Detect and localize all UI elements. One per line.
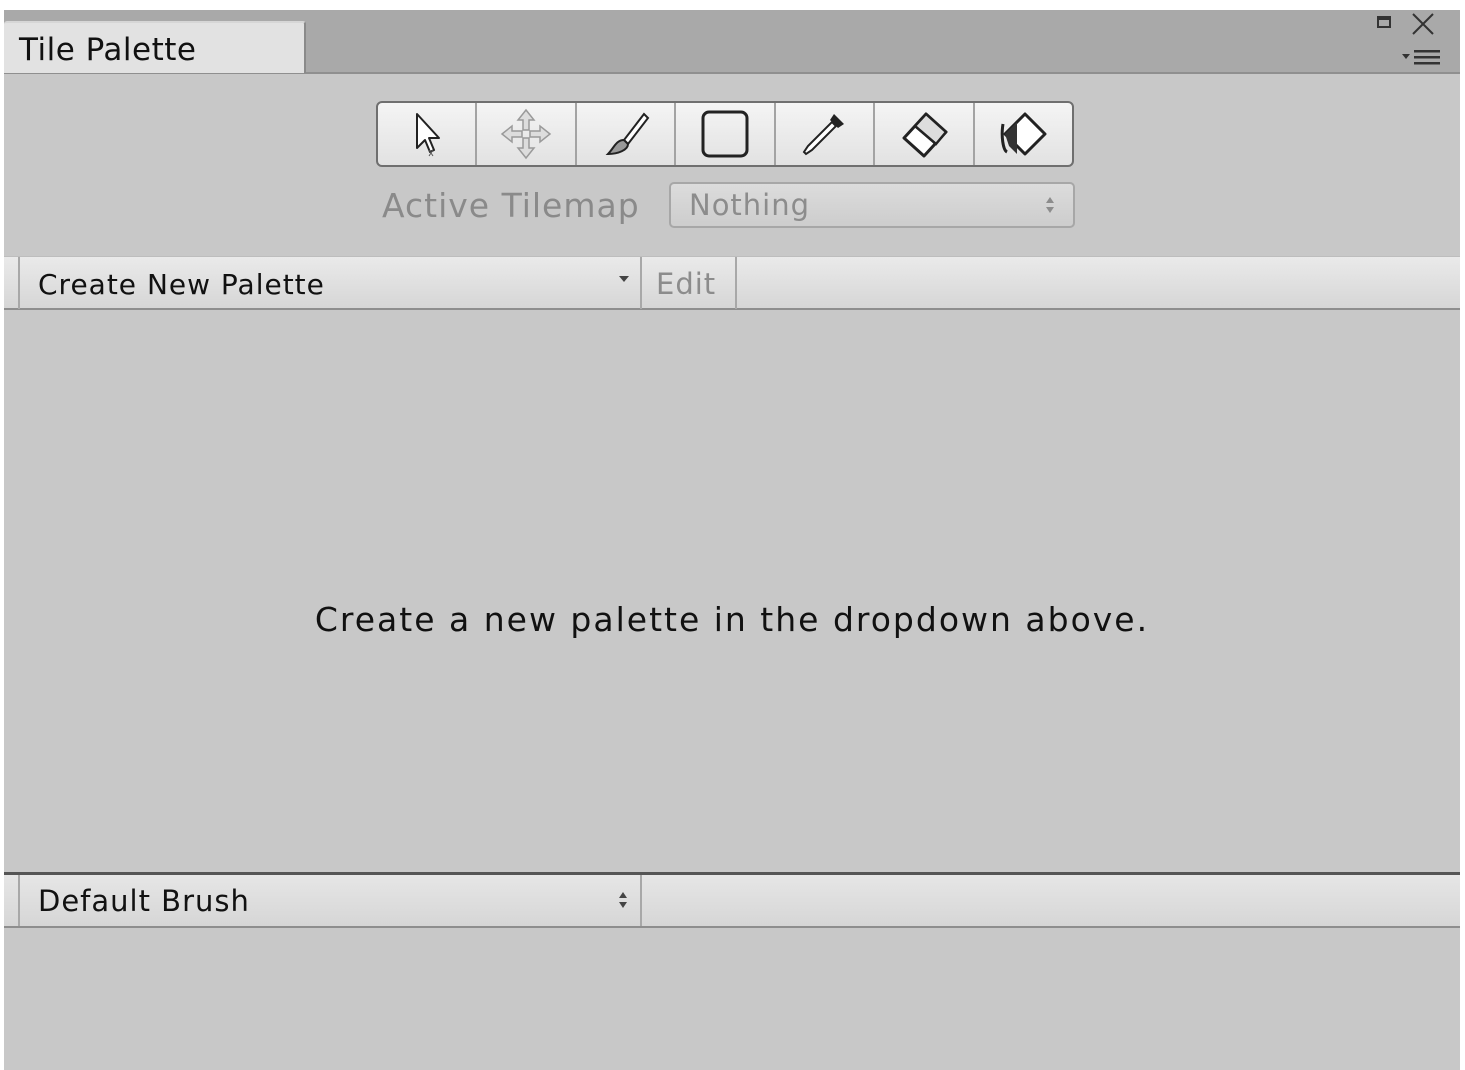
edit-button[interactable]: Edit [642, 257, 737, 309]
palette-dropdown[interactable]: Create New Palette [18, 257, 642, 309]
up-down-arrows-icon [1046, 197, 1054, 213]
maximize-icon[interactable] [1377, 16, 1391, 28]
paint-tool-button[interactable] [577, 103, 677, 165]
tool-selector [376, 101, 1074, 167]
brush-dropdown[interactable]: Default Brush [18, 875, 642, 926]
select-tool-button[interactable] [378, 103, 478, 165]
fill-tool-button[interactable] [975, 103, 1072, 165]
active-tilemap-value: Nothing [689, 188, 811, 222]
brush-toolbar: Default Brush [4, 872, 1460, 928]
active-tilemap-label: Active Tilemap [382, 186, 640, 225]
erase-tool-button[interactable] [875, 103, 975, 165]
brush-dropdown-label: Default Brush [38, 884, 250, 918]
tile-palette-window: Tile Palette Active Tilemap Nothing Crea… [4, 10, 1460, 1070]
arrow-cursor-icon [415, 113, 440, 157]
menu-icon[interactable] [1400, 48, 1444, 66]
up-down-arrows-icon [619, 892, 627, 908]
empty-palette-message: Create a new palette in the dropdown abo… [314, 600, 1150, 639]
close-icon[interactable] [1409, 10, 1437, 38]
move-tool-button[interactable] [477, 103, 577, 165]
active-tilemap-dropdown[interactable]: Nothing [669, 182, 1075, 228]
eraser-icon [902, 112, 948, 158]
picker-tool-button[interactable] [776, 103, 876, 165]
brush-icon [605, 112, 649, 156]
box-fill-tool-button[interactable] [676, 103, 776, 165]
rectangle-icon [701, 110, 749, 158]
chevron-down-icon [619, 276, 629, 282]
tab-tile-palette[interactable]: Tile Palette [4, 21, 306, 73]
paint-bucket-icon [1000, 112, 1047, 156]
move-arrows-icon [500, 108, 552, 160]
palette-dropdown-label: Create New Palette [38, 268, 325, 301]
palette-toolbar: Create New Palette Edit [4, 256, 1460, 310]
tab-title: Tile Palette [19, 32, 197, 68]
eyedropper-icon [803, 114, 845, 156]
edit-label: Edit [656, 267, 717, 301]
window-titlebar: Tile Palette [4, 10, 1460, 74]
